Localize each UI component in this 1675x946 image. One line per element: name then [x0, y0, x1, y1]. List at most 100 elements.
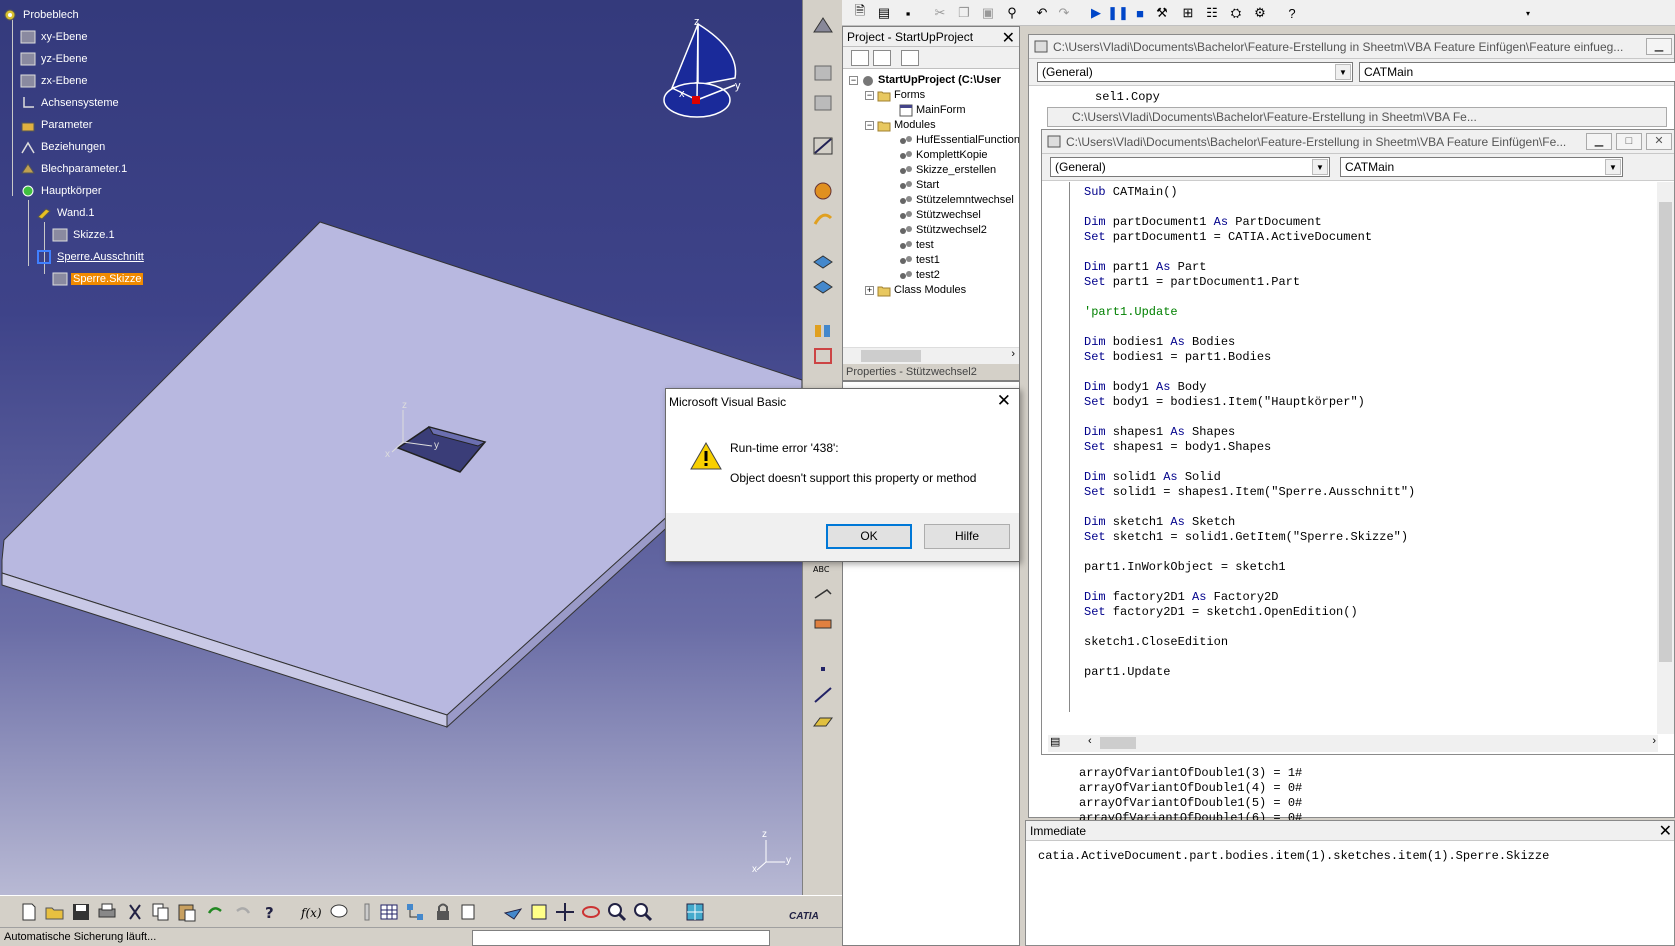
expander[interactable]: − [849, 76, 858, 85]
redo-icon[interactable] [232, 901, 254, 923]
paste-icon[interactable]: ▣ [978, 3, 998, 23]
help-button[interactable]: Hilfe [924, 524, 1010, 549]
module-item[interactable]: Stützwechsel [899, 207, 981, 223]
close-icon[interactable]: ✕ [997, 391, 1011, 411]
new-document-icon[interactable] [18, 901, 40, 923]
object-browser-icon[interactable]: ⛭ [1226, 3, 1246, 23]
toolbar-options-icon[interactable]: ▾ [1518, 3, 1538, 23]
sketch-tool-icon[interactable] [811, 135, 835, 157]
scroll-right-icon[interactable]: › [1652, 735, 1656, 747]
copy-icon[interactable] [150, 901, 172, 923]
save-icon[interactable] [70, 901, 92, 923]
formula-icon[interactable]: f(x) [300, 901, 322, 923]
break-icon[interactable]: ❚❚ [1107, 3, 1129, 23]
tree-item-sketch1[interactable]: Skizze.1 [52, 226, 117, 244]
vertical-scrollbar[interactable] [1657, 182, 1674, 734]
expander[interactable]: + [865, 286, 874, 295]
insert-module-icon[interactable]: ▤ [874, 3, 894, 23]
run-icon[interactable]: ▶ [1086, 3, 1106, 23]
scroll-right-icon[interactable]: › [1011, 348, 1015, 360]
knowledge-icon[interactable] [356, 901, 378, 923]
fold-tool-icon[interactable] [811, 208, 835, 230]
zoom-in-icon[interactable] [606, 901, 628, 923]
point-tool-icon[interactable] [811, 658, 835, 680]
line-tool-icon[interactable] [811, 684, 835, 706]
close-icon[interactable]: ✕ [1002, 28, 1015, 48]
reset-icon[interactable]: ■ [1130, 3, 1150, 23]
tree-item-cutout-sketch[interactable]: Sperre.Skizze [52, 270, 144, 288]
rotate-icon[interactable] [580, 901, 602, 923]
minimize-button[interactable]: ▁ [1646, 38, 1672, 55]
table-icon[interactable] [378, 901, 400, 923]
properties-icon[interactable]: ☷ [1202, 3, 1222, 23]
tree-item-wall[interactable]: Wand.1 [36, 204, 97, 222]
view-object-button[interactable] [873, 50, 891, 66]
tree-item-zx-plane[interactable]: zx-Ebene [20, 72, 89, 90]
minimize-button[interactable]: ▁ [1586, 133, 1612, 150]
stamp-tool-icon[interactable] [811, 320, 835, 342]
cutout-tool-icon[interactable] [811, 250, 835, 272]
ok-button[interactable]: OK [826, 524, 912, 549]
tree-item-cutout[interactable]: Sperre.Ausschnitt [36, 248, 146, 266]
procedure-view-icon[interactable]: ▤ [1050, 735, 1060, 748]
tree-item-xy-plane[interactable]: xy-Ebene [20, 28, 89, 46]
hole-tool-icon[interactable] [811, 275, 835, 297]
cut-icon[interactable]: ✂ [930, 3, 950, 23]
measure-tool-icon[interactable] [811, 610, 835, 632]
pan-icon[interactable] [554, 901, 576, 923]
view-host-icon[interactable]: 🗎 [850, 3, 870, 23]
expander[interactable]: − [865, 121, 874, 130]
module-item[interactable]: Skizze_erstellen [899, 162, 996, 178]
print-icon[interactable] [96, 901, 118, 923]
open-folder-icon[interactable] [44, 901, 66, 923]
redo-icon[interactable]: ↷ [1054, 3, 1074, 23]
immediate-window[interactable]: Immediate ✕ catia.ActiveDocument.part.bod… [1025, 820, 1675, 946]
undo-icon[interactable]: ↶ [1032, 3, 1052, 23]
code-window-front[interactable]: C:\Users\Vladi\Documents\Bachelor\Featur… [1041, 129, 1675, 755]
flange-tool-icon[interactable] [811, 62, 835, 84]
object-combo[interactable]: (General) ▼ [1050, 157, 1330, 177]
immediate-text[interactable]: catia.ActiveDocument.part.bodies.item(1)… [1038, 849, 1549, 863]
expander[interactable]: − [865, 91, 874, 100]
project-explorer-icon[interactable]: ⊞ [1178, 3, 1198, 23]
fly-mode-icon[interactable] [502, 901, 524, 923]
tree-item-sheet-parameters[interactable]: Blechparameter.1 [20, 160, 129, 178]
find-icon[interactable]: ⚲ [1002, 3, 1022, 23]
bend-tool-icon[interactable] [811, 92, 835, 114]
horizontal-scrollbar[interactable]: ▤ ‹ › [1048, 735, 1658, 752]
toggle-folders-button[interactable] [901, 50, 919, 66]
module-item[interactable]: Start [899, 177, 939, 193]
lock-icon[interactable] [432, 901, 454, 923]
normal-view-icon[interactable] [684, 901, 706, 923]
comment-icon[interactable] [328, 901, 350, 923]
tree-item-parameters[interactable]: Parameter [20, 116, 94, 134]
tree-item-axis-systems[interactable]: Achsensysteme [20, 94, 121, 112]
sheetmetal-wall-tool-icon[interactable] [811, 14, 835, 36]
horizontal-scrollbar[interactable]: › [843, 347, 1019, 364]
compass-icon[interactable] [663, 22, 737, 118]
paste-icon[interactable] [176, 901, 198, 923]
code-editor[interactable]: Sub CATMain() Dim partDocument1 As PartDo… [1084, 185, 1644, 710]
module-item[interactable]: test [899, 237, 934, 253]
tree-item-yz-plane[interactable]: yz-Ebene [20, 50, 89, 68]
close-button[interactable]: ✕ [1646, 133, 1672, 150]
help-icon[interactable]: ? [260, 901, 282, 923]
update-icon[interactable] [458, 901, 480, 923]
margin-indicator-bar[interactable] [1048, 182, 1070, 712]
procedure-combo[interactable]: CATMain [1359, 62, 1675, 82]
toolbox-icon[interactable]: ⚙ [1250, 3, 1270, 23]
tree-item-main-body[interactable]: Hauptkörper [20, 182, 104, 200]
fit-all-icon[interactable] [528, 901, 550, 923]
maximize-button[interactable]: □ [1616, 133, 1642, 150]
class-modules-folder[interactable]: Class Modules [877, 282, 966, 298]
tree-root-probeblech[interactable]: Probeblech [2, 6, 81, 24]
module-item[interactable]: test1 [899, 252, 940, 268]
project-root[interactable]: StartUpProject (C:\User [861, 72, 1001, 88]
plane-tool-icon[interactable] [811, 710, 835, 732]
module-item[interactable]: Stützelemntwechsel [899, 192, 1014, 208]
zoom-out-icon[interactable] [632, 901, 654, 923]
module-item[interactable]: HufEssentialFunction [899, 132, 1019, 148]
pattern-tool-icon[interactable] [811, 345, 835, 367]
arrow-tool-icon[interactable] [811, 584, 835, 606]
hierarchy-icon[interactable] [404, 901, 426, 923]
